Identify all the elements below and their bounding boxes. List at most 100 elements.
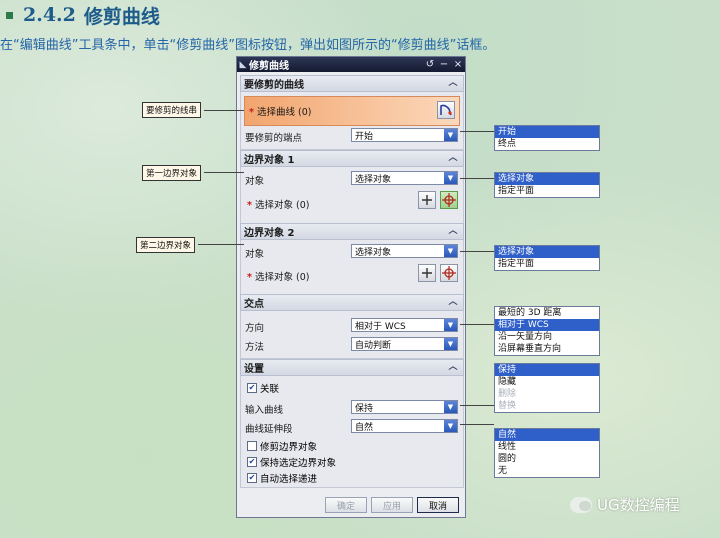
list-item[interactable]: 沿屏幕垂直方向 [495, 343, 599, 355]
extension-select[interactable]: 自然 ▼ [351, 419, 458, 433]
section-body-intersection: 方向 相对于 WCS ▼ 方法 自动判断 ▼ [240, 311, 464, 359]
dropdown-arrow-icon[interactable]: ▼ [444, 245, 457, 257]
curve-select-icon[interactable] [437, 101, 455, 119]
list-item: 删除 [498, 389, 517, 399]
callout-boundary1: 第一边界对象 [142, 165, 202, 181]
boundary2-object-label: 对象 [245, 249, 265, 260]
bullet-icon [6, 11, 13, 19]
boundary1-object-label: 对象 [245, 176, 265, 187]
direction-options-list: 最短的 3D 距离 相对于 WCS 沿一矢量方向 沿屏幕垂直方向 [494, 306, 600, 356]
input-curve-select[interactable]: 保持 ▼ [351, 400, 458, 414]
section-body-boundary2: 对象 选择对象 ▼ * 选择对象 (0) [240, 240, 464, 296]
section-header-label: 交点 [244, 299, 264, 310]
connector-line [460, 324, 494, 325]
method-select[interactable]: 自动判断 ▼ [351, 337, 458, 351]
add-plus-icon[interactable] [418, 264, 436, 282]
select-curve-label: * 选择曲线 (0) [249, 107, 312, 118]
trim-boundary-checkbox[interactable]: 修剪边界对象 [247, 439, 317, 453]
section-header-intersection[interactable]: 交点 ︿ [240, 294, 464, 311]
wechat-icon [570, 496, 592, 513]
list-item[interactable]: 沿一矢量方向 [495, 331, 599, 343]
dialog-menu-icon[interactable]: ◣ [237, 60, 249, 70]
auto-select-checkbox[interactable]: ✔ 自动选择递进 [247, 471, 317, 485]
list-item[interactable]: 无 [495, 465, 599, 477]
checkbox-unchecked-icon[interactable] [247, 441, 257, 451]
end-options-list: 开始 终点 [494, 125, 600, 151]
list-item: 替换 [498, 401, 517, 411]
chevron-up-icon[interactable]: ︿ [447, 361, 459, 373]
list-item[interactable]: 指定平面 [495, 185, 599, 197]
section-heading: 2.4.2 修剪曲线 [6, 2, 160, 28]
list-item[interactable]: 开始 [495, 126, 599, 138]
connector-line [460, 405, 494, 406]
connector-line [460, 178, 494, 179]
section-number: 2.4.2 [23, 4, 76, 26]
section-body-curve: * 选择曲线 (0) 要修剪的端点 开始 ▼ [240, 92, 464, 150]
dropdown-arrow-icon[interactable]: ▼ [444, 420, 457, 432]
method-label: 方法 [245, 342, 265, 353]
end-to-trim-select[interactable]: 开始 ▼ [351, 128, 458, 142]
dropdown-arrow-icon[interactable]: ▼ [444, 172, 457, 184]
ok-button[interactable]: 确定 [325, 497, 367, 513]
associative-checkbox[interactable]: ✔ 关联 [247, 381, 279, 395]
dialog-title: 修剪曲线 [249, 61, 289, 72]
section-header-boundary2[interactable]: 边界对象 2 ︿ [240, 223, 464, 240]
crosshair-select-icon[interactable] [440, 264, 458, 282]
checkbox-checked-icon[interactable]: ✔ [247, 383, 257, 393]
section-header-boundary1[interactable]: 边界对象 1 ︿ [240, 150, 464, 167]
intro-text: 在“编辑曲线”工具条中，单击“修剪曲线”图标按钮，弹出如图所示的“修剪曲线”话框… [0, 38, 496, 53]
list-item[interactable]: 选择对象 [495, 173, 599, 185]
add-plus-icon[interactable] [418, 191, 436, 209]
boundary1-select-label: * 选择对象 (0) [247, 200, 310, 211]
list-item[interactable]: 保持 [495, 364, 599, 376]
section-header-label: 边界对象 1 [244, 155, 295, 166]
chevron-up-icon[interactable]: ︿ [447, 296, 459, 308]
dropdown-arrow-icon[interactable]: ▼ [444, 338, 457, 350]
dropdown-arrow-icon[interactable]: ▼ [444, 319, 457, 331]
watermark: UG数控编程 [570, 494, 680, 515]
list-item[interactable]: 指定平面 [495, 258, 599, 270]
boundary1-options-list: 选择对象 指定平面 [494, 172, 600, 198]
list-item[interactable]: 相对于 WCS [495, 319, 599, 331]
dropdown-arrow-icon[interactable]: ▼ [444, 401, 457, 413]
callout-leader-line [204, 172, 244, 173]
crosshair-select-icon[interactable] [440, 191, 458, 209]
cancel-button[interactable]: 取消 [417, 497, 459, 513]
boundary2-select-label: * 选择对象 (0) [247, 272, 310, 283]
direction-label: 方向 [245, 323, 265, 334]
reset-icon[interactable]: ↺ [423, 59, 437, 70]
section-header-settings[interactable]: 设置 ︿ [240, 359, 464, 376]
keep-boundary-checkbox[interactable]: ✔ 保持选定边界对象 [247, 455, 336, 469]
list-item[interactable]: 自然 [495, 429, 599, 441]
list-item[interactable]: 选择对象 [495, 246, 599, 258]
close-icon[interactable]: × [451, 59, 465, 70]
section-body-boundary1: 对象 选择对象 ▼ * 选择对象 (0) [240, 167, 464, 225]
apply-button[interactable]: 应用 [371, 497, 413, 513]
end-to-trim-label: 要修剪的端点 [245, 133, 303, 144]
section-header-curve[interactable]: 要修剪的曲线 ︿ [240, 75, 464, 92]
direction-select[interactable]: 相对于 WCS ▼ [351, 318, 458, 332]
list-item[interactable]: 终点 [495, 138, 599, 150]
section-title: 修剪曲线 [83, 5, 160, 28]
boundary1-object-select[interactable]: 选择对象 ▼ [351, 171, 458, 185]
checkbox-checked-icon[interactable]: ✔ [247, 457, 257, 467]
chevron-up-icon[interactable]: ︿ [447, 77, 459, 89]
trim-curve-dialog: ◣ 修剪曲线 ↺ − × 要修剪的曲线 ︿ * 选择曲线 (0) 要修剪的端点 开… [236, 56, 466, 518]
select-curve-row[interactable]: * 选择曲线 (0) [244, 96, 460, 126]
dropdown-arrow-icon[interactable]: ▼ [444, 129, 457, 141]
list-item[interactable]: 线性 [495, 441, 599, 453]
extension-label: 曲线延伸段 [245, 424, 293, 435]
chevron-up-icon[interactable]: ︿ [447, 152, 459, 164]
chevron-up-icon[interactable]: ︿ [447, 225, 459, 237]
boundary2-object-select[interactable]: 选择对象 ▼ [351, 244, 458, 258]
input-curve-options-list: 保持 隐藏 删除 替换 [494, 363, 600, 413]
list-item[interactable]: 最短的 3D 距离 [495, 307, 599, 319]
minimize-icon[interactable]: − [437, 59, 451, 70]
list-item[interactable]: 圆的 [495, 453, 599, 465]
connector-line [460, 251, 494, 252]
callout-leader-line [198, 244, 244, 245]
checkbox-checked-icon[interactable]: ✔ [247, 473, 257, 483]
callout-curve: 要修剪的线串 [142, 102, 202, 118]
connector-line [460, 131, 494, 132]
list-item[interactable]: 隐藏 [495, 376, 599, 388]
